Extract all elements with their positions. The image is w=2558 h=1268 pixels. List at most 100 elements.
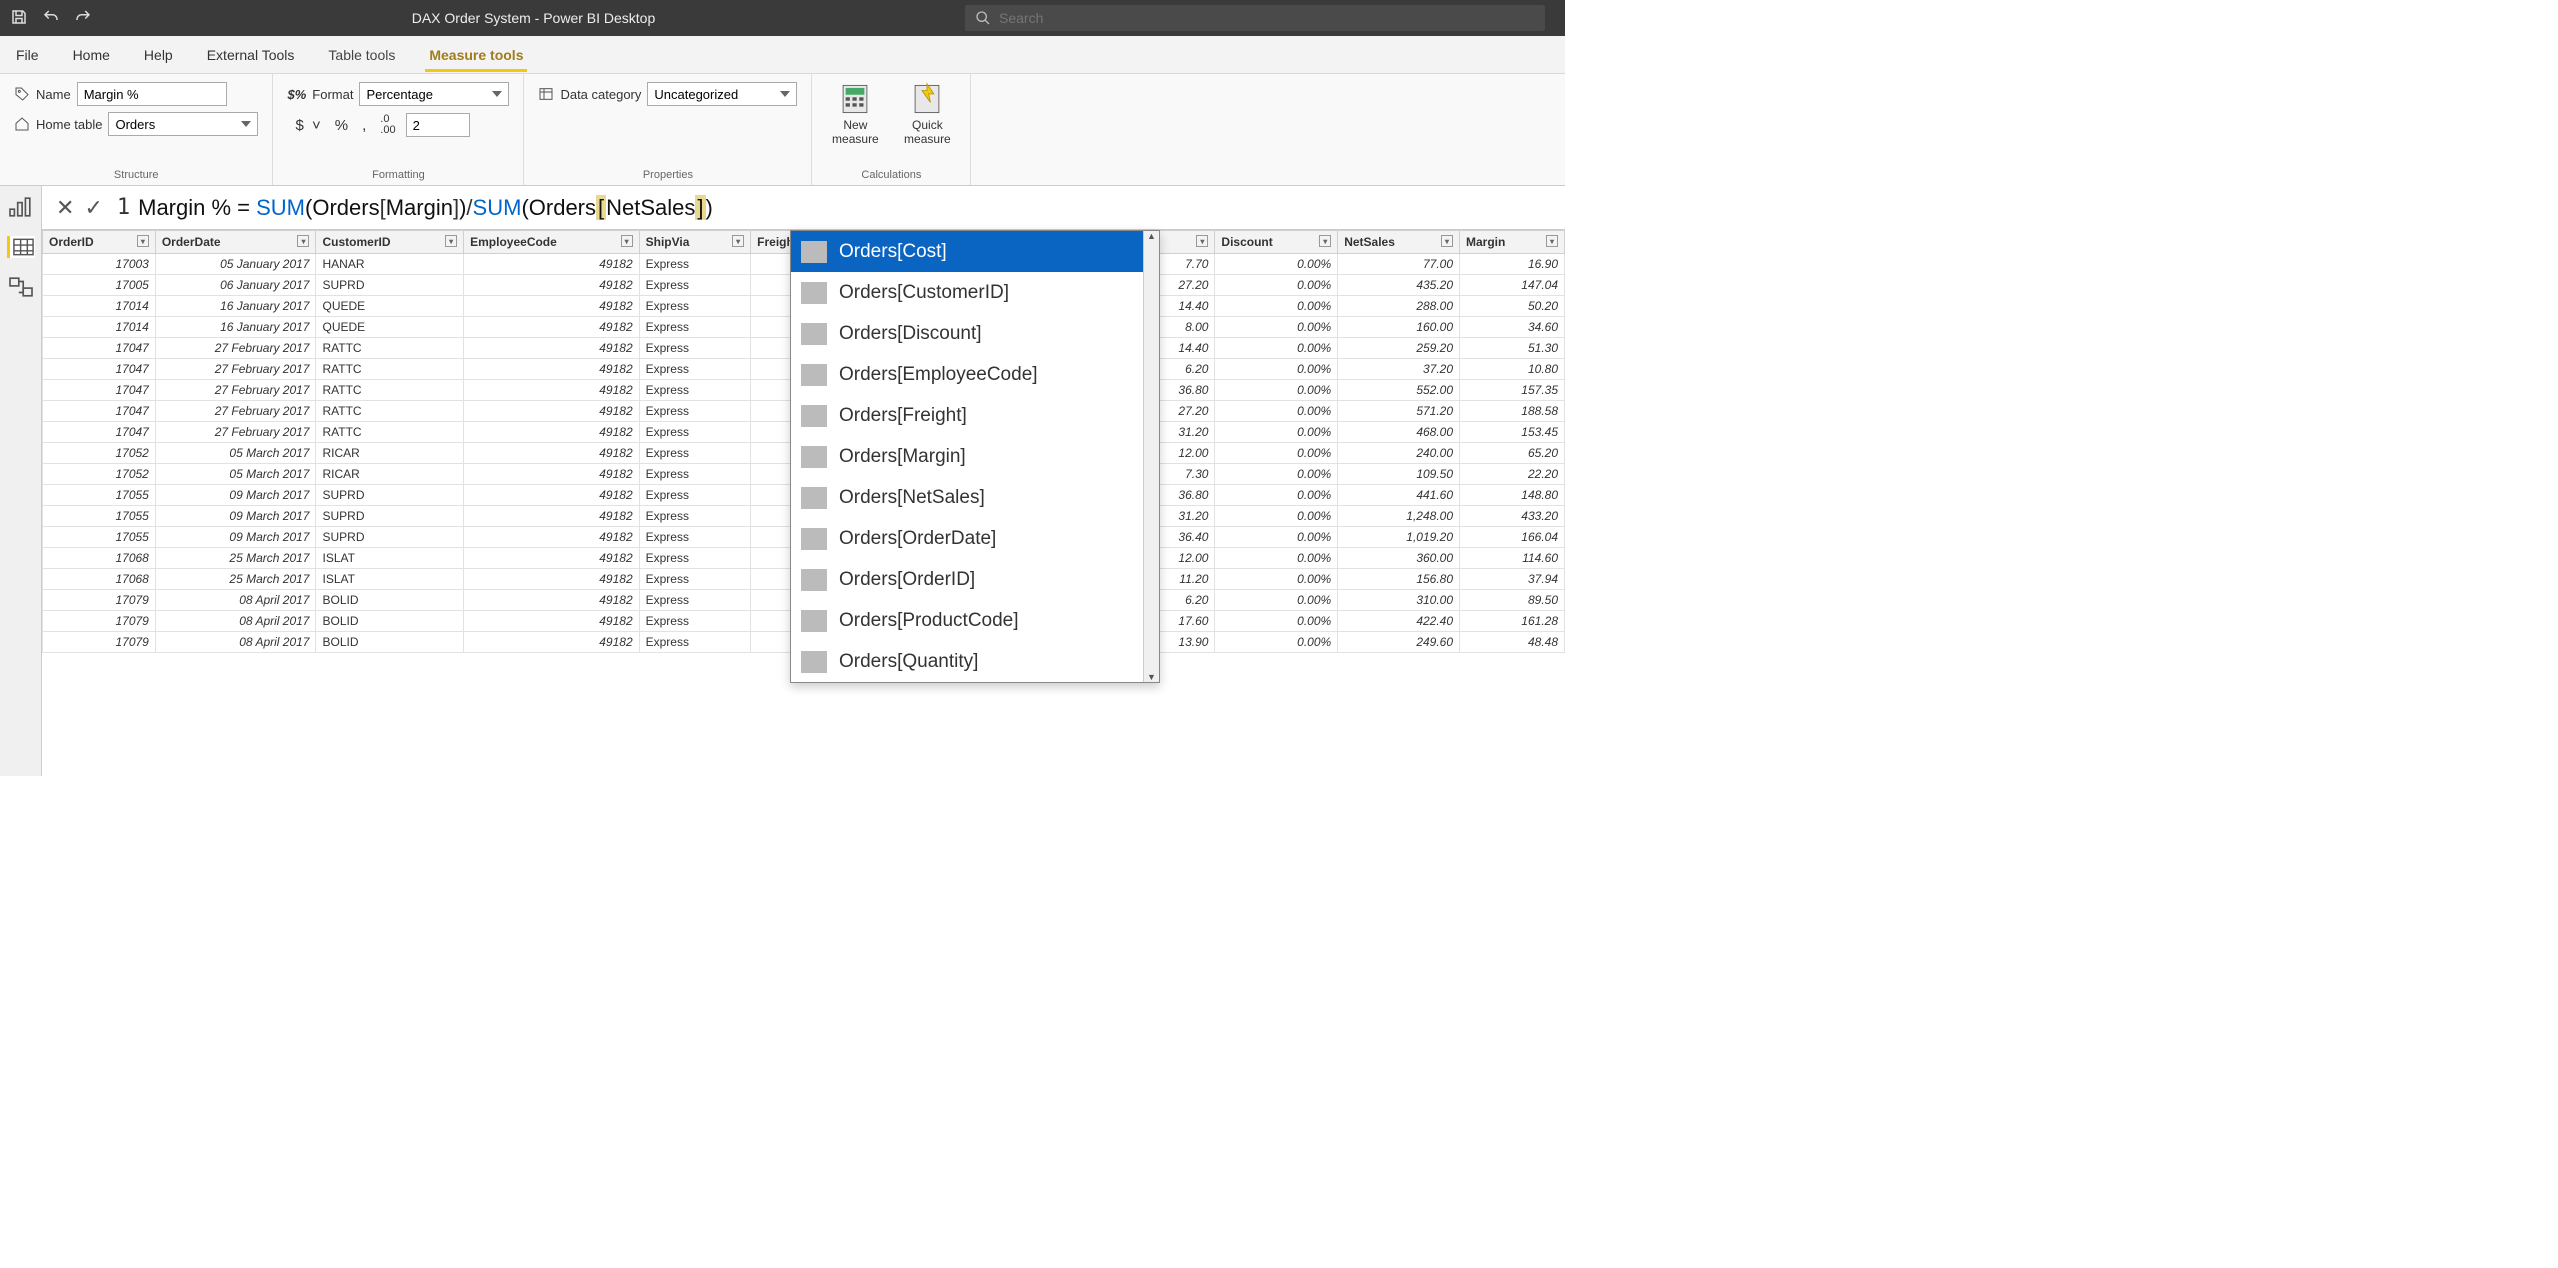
cell[interactable]: 16 January 2017 (155, 296, 316, 317)
cell[interactable]: BOLID (316, 590, 464, 611)
cell[interactable]: 17079 (43, 632, 156, 653)
cell[interactable]: 49182 (464, 254, 640, 275)
cell[interactable]: Express (639, 296, 751, 317)
data-category-select[interactable]: Uncategorized (647, 82, 797, 106)
cell[interactable]: Express (639, 275, 751, 296)
cell[interactable]: 08 April 2017 (155, 611, 316, 632)
cell[interactable]: RATTC (316, 380, 464, 401)
cell[interactable]: 571.20 (1338, 401, 1460, 422)
cell[interactable]: 0.00% (1215, 548, 1338, 569)
cell[interactable]: Express (639, 506, 751, 527)
cell[interactable]: 16 January 2017 (155, 317, 316, 338)
intellisense-item[interactable]: Orders[Discount] (791, 313, 1143, 354)
column-filter-icon[interactable]: ▾ (621, 235, 633, 247)
cell[interactable]: 0.00% (1215, 569, 1338, 590)
quick-measure-button[interactable]: Quick measure (898, 82, 956, 146)
tab-file[interactable]: File (12, 39, 43, 71)
cell[interactable]: Express (639, 380, 751, 401)
cell[interactable]: RATTC (316, 359, 464, 380)
column-filter-icon[interactable]: ▾ (297, 235, 309, 247)
data-view-button[interactable] (7, 236, 35, 258)
cell[interactable]: 0.00% (1215, 401, 1338, 422)
column-filter-icon[interactable]: ▾ (732, 235, 744, 247)
cell[interactable]: RATTC (316, 338, 464, 359)
cell[interactable]: Express (639, 485, 751, 506)
cell[interactable]: 441.60 (1338, 485, 1460, 506)
cell[interactable]: 27 February 2017 (155, 401, 316, 422)
cell[interactable]: 0.00% (1215, 464, 1338, 485)
intellisense-item[interactable]: Orders[ProductCode] (791, 600, 1143, 641)
cell[interactable]: 17003 (43, 254, 156, 275)
intellisense-item[interactable]: Orders[Freight] (791, 395, 1143, 436)
cell[interactable]: 49182 (464, 443, 640, 464)
cell[interactable]: 17005 (43, 275, 156, 296)
cell[interactable]: 0.00% (1215, 506, 1338, 527)
cell[interactable]: 433.20 (1460, 506, 1565, 527)
cell[interactable]: 0.00% (1215, 443, 1338, 464)
cell[interactable]: 161.28 (1460, 611, 1565, 632)
decimal-toggle-icon[interactable]: .0.00 (376, 112, 399, 138)
cell[interactable]: Express (639, 254, 751, 275)
cell[interactable]: 468.00 (1338, 422, 1460, 443)
cell[interactable]: 06 January 2017 (155, 275, 316, 296)
cell[interactable]: 27 February 2017 (155, 422, 316, 443)
cell[interactable]: 435.20 (1338, 275, 1460, 296)
cell[interactable]: 37.94 (1460, 569, 1565, 590)
cell[interactable]: 25 March 2017 (155, 569, 316, 590)
cell[interactable]: Express (639, 359, 751, 380)
percent-button[interactable]: % (331, 115, 352, 136)
cell[interactable]: 114.60 (1460, 548, 1565, 569)
currency-button[interactable]: $ ˅ (287, 115, 324, 136)
column-filter-icon[interactable]: ▾ (1441, 235, 1453, 247)
decimals-input[interactable] (406, 113, 470, 137)
cell[interactable]: 188.58 (1460, 401, 1565, 422)
cell[interactable]: 49182 (464, 485, 640, 506)
intellisense-popup[interactable]: Orders[Cost]Orders[CustomerID]Orders[Dis… (790, 230, 1160, 683)
cell[interactable]: Express (639, 569, 751, 590)
cell[interactable]: RATTC (316, 401, 464, 422)
cell[interactable]: QUEDE (316, 317, 464, 338)
cell[interactable]: 160.00 (1338, 317, 1460, 338)
cell[interactable]: 0.00% (1215, 380, 1338, 401)
cell[interactable]: 09 March 2017 (155, 527, 316, 548)
search-box[interactable] (965, 5, 1545, 31)
cell[interactable]: SUPRD (316, 506, 464, 527)
save-icon[interactable] (10, 8, 28, 29)
column-header[interactable]: ShipVia▾ (639, 231, 751, 254)
cell[interactable]: 49182 (464, 590, 640, 611)
intellisense-item[interactable]: Orders[Cost] (791, 231, 1143, 272)
cell[interactable]: 17052 (43, 464, 156, 485)
cell[interactable]: 34.60 (1460, 317, 1565, 338)
cell[interactable]: 65.20 (1460, 443, 1565, 464)
cell[interactable]: 0.00% (1215, 275, 1338, 296)
cell[interactable]: SUPRD (316, 485, 464, 506)
report-view-button[interactable] (7, 196, 35, 218)
cell[interactable]: 17079 (43, 590, 156, 611)
cell[interactable]: 08 April 2017 (155, 590, 316, 611)
cell[interactable]: 0.00% (1215, 632, 1338, 653)
cell[interactable]: 27 February 2017 (155, 338, 316, 359)
intellisense-item[interactable]: Orders[CustomerID] (791, 272, 1143, 313)
cell[interactable]: Express (639, 317, 751, 338)
cell[interactable]: 0.00% (1215, 296, 1338, 317)
cell[interactable]: 17047 (43, 422, 156, 443)
cell[interactable]: 50.20 (1460, 296, 1565, 317)
column-header[interactable]: Margin▾ (1460, 231, 1565, 254)
column-header[interactable]: NetSales▾ (1338, 231, 1460, 254)
cell[interactable]: 17047 (43, 401, 156, 422)
model-view-button[interactable] (7, 276, 35, 298)
format-select[interactable]: Percentage (359, 82, 509, 106)
cell[interactable]: Express (639, 338, 751, 359)
cell[interactable]: BOLID (316, 632, 464, 653)
tab-table-tools[interactable]: Table tools (324, 39, 399, 71)
cell[interactable]: 49182 (464, 380, 640, 401)
cell[interactable]: 310.00 (1338, 590, 1460, 611)
cell[interactable]: 49182 (464, 275, 640, 296)
cell[interactable]: BOLID (316, 611, 464, 632)
column-filter-icon[interactable]: ▾ (445, 235, 457, 247)
cell[interactable]: Express (639, 464, 751, 485)
cell[interactable]: 156.80 (1338, 569, 1460, 590)
tab-help[interactable]: Help (140, 39, 177, 71)
column-header[interactable]: EmployeeCode▾ (464, 231, 640, 254)
cell[interactable]: 157.35 (1460, 380, 1565, 401)
